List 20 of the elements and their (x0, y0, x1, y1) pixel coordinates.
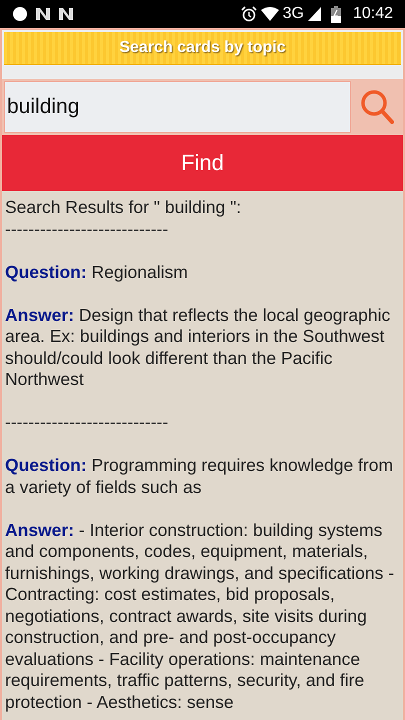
separator-line: ---------------------------- (5, 218, 170, 240)
battery-icon (330, 6, 341, 22)
find-button[interactable]: Find (2, 135, 403, 191)
wifi-icon (260, 7, 279, 21)
question-text: Question: Regionalism (5, 262, 189, 283)
dot-icon (12, 6, 28, 22)
search-icon (360, 89, 394, 125)
alarm-icon (240, 6, 257, 22)
separator-line: ---------------------------- (5, 412, 170, 434)
network-label: 3G (282, 5, 304, 23)
notification-icon (35, 6, 51, 22)
answer-text: Answer: Design that reflects the local geographic area. Ex: buildings and interiors in the Southwest should/could look different than the Pacific Northwest (5, 304, 392, 390)
clock-time: 10:42 (352, 5, 393, 23)
header-title: Search cards by topic (119, 39, 286, 57)
results-heading: Search Results for " building ": (5, 197, 242, 218)
question-text: Question: Programming requires knowledge from a variety of fields such as (5, 455, 394, 498)
notification-icon (58, 6, 74, 22)
answer-text: Answer: - Interior construction: building systems and components, codes, equipment, materials, furnishings, working drawings, and specifications - Contracting: cost estimates, bid proposals, negotiations, contract awards, site visits during construction, and pre- and post-occupancy evaluations - Facility operations: maintenance requirements, traffic patterns, security, and fire protection - Aesthetics: sense (5, 520, 396, 713)
search-field[interactable]: building (4, 81, 351, 133)
signal-icon (308, 7, 321, 21)
